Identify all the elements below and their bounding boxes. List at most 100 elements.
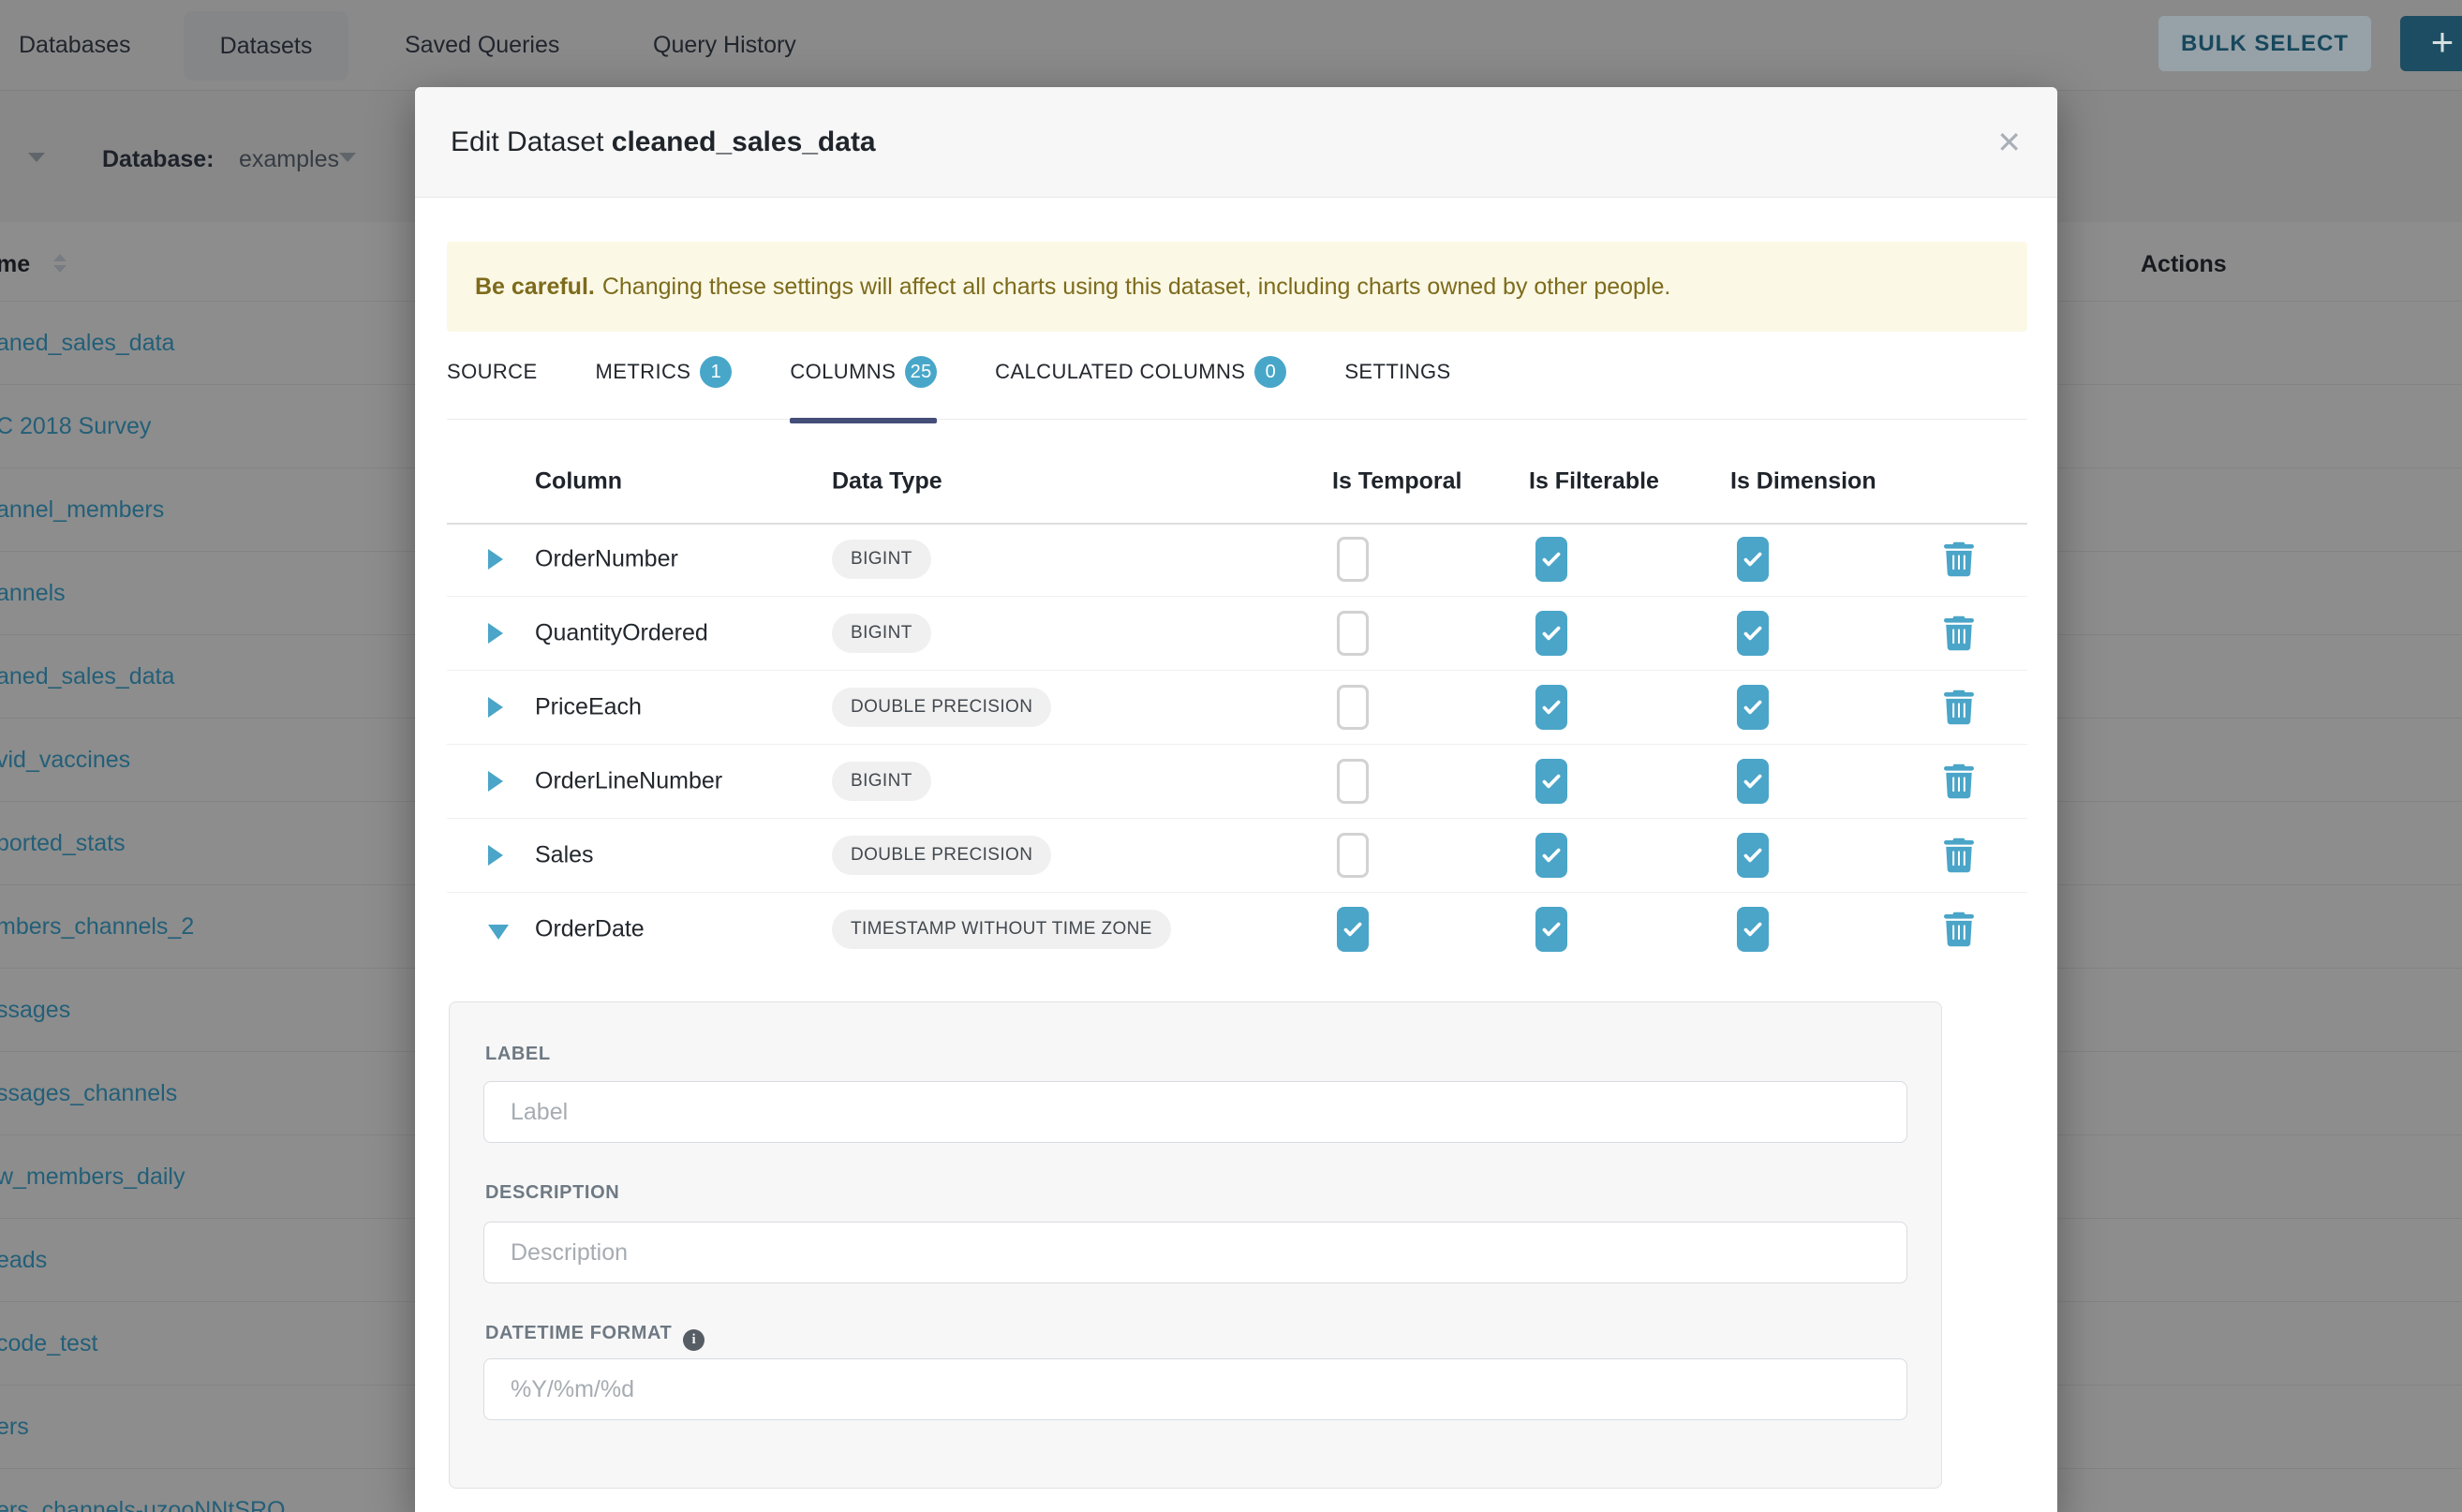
sort-icon[interactable] xyxy=(53,254,67,273)
actions-column-header: Actions xyxy=(2141,251,2227,278)
tab-settings[interactable]: SETTINGS xyxy=(1344,356,1450,422)
chevron-down-icon[interactable] xyxy=(339,153,356,162)
data-type-pill: DOUBLE PRECISION xyxy=(832,688,1051,727)
is-temporal-checkbox[interactable] xyxy=(1337,833,1369,878)
nav-tab-datasets[interactable]: Datasets xyxy=(184,11,349,81)
columns-count-badge: 25 xyxy=(905,356,937,388)
dataset-link[interactable]: ssages xyxy=(0,997,70,1024)
data-type-header: Data Type xyxy=(832,468,942,496)
datetime-format-field-label: DATETIME FORMAT xyxy=(485,1323,704,1351)
dataset-link[interactable]: ssages_channels xyxy=(0,1080,177,1107)
nav-tab-databases[interactable]: Databases xyxy=(19,0,131,90)
column-name: PriceEach xyxy=(535,694,642,721)
add-dataset-button[interactable] xyxy=(2400,16,2462,71)
dataset-link[interactable]: annel_members xyxy=(0,497,164,524)
column-name: Sales xyxy=(535,842,594,869)
is-temporal-checkbox[interactable] xyxy=(1337,611,1369,656)
is-filterable-checkbox[interactable] xyxy=(1535,907,1567,952)
is-dimension-checkbox[interactable] xyxy=(1737,907,1769,952)
is-filterable-checkbox[interactable] xyxy=(1535,685,1567,730)
data-type-pill: BIGINT xyxy=(832,762,931,801)
modal-title: Edit Dataset cleaned_sales_data xyxy=(451,126,876,158)
expand-caret-icon[interactable] xyxy=(488,549,503,570)
dataset-link[interactable]: vid_vaccines xyxy=(0,747,130,774)
dataset-link[interactable]: mbers_channels_2 xyxy=(0,913,194,941)
label-input[interactable] xyxy=(483,1081,1907,1143)
column-row: SalesDOUBLE PRECISION xyxy=(447,819,2027,893)
warning-banner: Be careful. Changing these settings will… xyxy=(447,242,2027,332)
column-detail-panel: LABEL DESCRIPTION DATETIME FORMAT xyxy=(449,1001,1942,1489)
dataset-link[interactable]: C 2018 Survey xyxy=(0,413,151,440)
warning-bold: Be careful. xyxy=(475,274,595,301)
description-input[interactable] xyxy=(483,1222,1907,1283)
is-temporal-checkbox[interactable] xyxy=(1337,907,1369,952)
delete-column-trash-icon[interactable] xyxy=(1944,911,1974,948)
chevron-down-icon[interactable] xyxy=(28,153,45,162)
is-filterable-checkbox[interactable] xyxy=(1535,537,1567,582)
dataset-link[interactable]: aned_sales_data xyxy=(0,663,174,690)
is-filterable-checkbox[interactable] xyxy=(1535,833,1567,878)
close-icon[interactable] xyxy=(1996,127,2022,157)
tab-source[interactable]: SOURCE xyxy=(447,356,538,422)
columns-table-rows: OrderNumberBIGINT QuantityOrdered BIGINT Pr… xyxy=(447,523,2027,966)
delete-column-trash-icon[interactable] xyxy=(1944,763,1974,800)
name-column-header[interactable]: me xyxy=(0,251,30,278)
delete-column-trash-icon[interactable] xyxy=(1944,541,1974,578)
nav-tab-saved-queries[interactable]: Saved Queries xyxy=(405,0,559,90)
column-row: PriceEach DOUBLE PRECISION xyxy=(447,671,2027,745)
column-name: OrderDate xyxy=(535,916,645,943)
is-dimension-checkbox[interactable] xyxy=(1737,759,1769,804)
is-temporal-checkbox[interactable] xyxy=(1337,759,1369,804)
columns-table-header: Column Data Type Is Temporal Is Filterab… xyxy=(447,440,2027,525)
top-nav: Databases Datasets Saved Queries Query H… xyxy=(0,0,2462,91)
expand-caret-icon[interactable] xyxy=(488,771,503,792)
dataset-link[interactable]: ers xyxy=(0,1414,29,1441)
database-filter-value[interactable]: examples xyxy=(239,146,339,173)
is-filterable-checkbox[interactable] xyxy=(1535,759,1567,804)
nav-tab-query-history[interactable]: Query History xyxy=(653,0,796,90)
modal-header: Edit Dataset cleaned_sales_data xyxy=(415,87,2057,198)
is-temporal-header: Is Temporal xyxy=(1332,468,1461,496)
column-row: OrderNumberBIGINT xyxy=(447,523,2027,597)
is-dimension-checkbox[interactable] xyxy=(1737,833,1769,878)
screen: Databases Datasets Saved Queries Query H… xyxy=(0,0,2462,1512)
is-filterable-checkbox[interactable] xyxy=(1535,611,1567,656)
expand-caret-icon[interactable] xyxy=(488,697,503,718)
column-row: QuantityOrdered BIGINT xyxy=(447,597,2027,671)
collapse-caret-icon[interactable] xyxy=(488,925,509,940)
is-temporal-checkbox[interactable] xyxy=(1337,537,1369,582)
data-type-pill: TIMESTAMP WITHOUT TIME ZONE xyxy=(832,910,1171,949)
tab-calculated-columns[interactable]: CALCULATED COLUMNS 0 xyxy=(995,356,1286,422)
column-name: QuantityOrdered xyxy=(535,620,708,647)
dataset-link[interactable]: code_test xyxy=(0,1330,97,1357)
delete-column-trash-icon[interactable] xyxy=(1944,615,1974,652)
dataset-link[interactable]: eads xyxy=(0,1247,47,1274)
column-row: OrderDate TIMESTAMP WITHOUT TIME ZONE xyxy=(447,893,2027,966)
dataset-link[interactable]: w_members_daily xyxy=(0,1164,185,1191)
delete-column-trash-icon[interactable] xyxy=(1944,689,1974,726)
data-type-pill: BIGINT xyxy=(832,614,931,653)
dataset-link[interactable]: ers_channels-uzooNNtSRO xyxy=(0,1497,285,1512)
modal-tabs: SOURCE METRICS 1 COLUMNS 25 CALCULATED C… xyxy=(447,356,2027,420)
metrics-count-badge: 1 xyxy=(700,356,732,388)
data-type-pill: BIGINT xyxy=(832,540,931,579)
description-field-label: DESCRIPTION xyxy=(485,1182,619,1204)
delete-column-trash-icon[interactable] xyxy=(1944,837,1974,874)
bulk-select-button[interactable]: BULK SELECT xyxy=(2158,16,2371,71)
is-dimension-checkbox[interactable] xyxy=(1737,611,1769,656)
modal-title-prefix: Edit Dataset xyxy=(451,126,603,157)
is-dimension-checkbox[interactable] xyxy=(1737,537,1769,582)
info-icon[interactable] xyxy=(683,1329,704,1351)
dataset-link[interactable]: aned_sales_data xyxy=(0,330,174,357)
column-row: OrderLineNumberBIGINT xyxy=(447,745,2027,819)
expand-caret-icon[interactable] xyxy=(488,623,503,644)
dataset-link[interactable]: ported_stats xyxy=(0,830,126,857)
tab-metrics[interactable]: METRICS 1 xyxy=(596,356,733,422)
is-dimension-checkbox[interactable] xyxy=(1737,685,1769,730)
dataset-link[interactable]: annels xyxy=(0,580,66,607)
warning-text: Changing these settings will affect all … xyxy=(602,274,1671,301)
is-temporal-checkbox[interactable] xyxy=(1337,685,1369,730)
datetime-format-input[interactable] xyxy=(483,1358,1907,1420)
tab-columns[interactable]: COLUMNS 25 xyxy=(790,356,937,422)
expand-caret-icon[interactable] xyxy=(488,845,503,866)
